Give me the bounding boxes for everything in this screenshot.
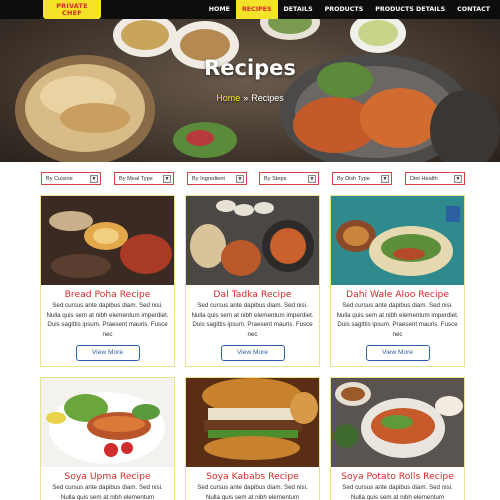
hero-banner: Recipes Home» Recipes — [0, 0, 500, 162]
recipe-card: Soya Kababs Recipe Sed cursus ante dapib… — [185, 377, 320, 500]
recipe-card: Dahi Wale Aloo Recipe Sed cursus ante da… — [330, 195, 465, 367]
nav-home[interactable]: HOME — [203, 0, 236, 19]
recipe-image[interactable] — [41, 378, 174, 467]
nav-products-details[interactable]: PRODUCTS DETAILS — [369, 0, 451, 19]
logo-line-2: CHEF — [62, 8, 82, 17]
breadcrumb-current: Recipes — [251, 93, 284, 103]
filter-label: By Cuisine — [46, 175, 73, 182]
nav-contact[interactable]: CONTACT — [451, 0, 496, 19]
chevron-down-icon: ▼ — [90, 174, 98, 183]
chevron-down-icon: ▼ — [163, 174, 171, 183]
filter-label: By Dish Type — [337, 175, 370, 182]
filter-meal-type-select[interactable]: By Meal Type ▼ — [114, 172, 174, 185]
top-navbar: PRIVATE CHEF HOME RECIPES DETAILS PRODUC… — [0, 0, 500, 19]
filter-cuisine-select[interactable]: By Cuisine ▼ — [41, 172, 101, 185]
card-description: Sed cursus ante dapibus diam. Sed nisi. … — [52, 484, 163, 500]
recipe-image[interactable] — [331, 196, 464, 285]
recipe-image[interactable] — [331, 378, 464, 467]
breadcrumb: Home» Recipes — [0, 93, 500, 103]
breadcrumb-separator: » — [243, 93, 249, 103]
card-title: Dal Tadka Recipe — [213, 289, 292, 300]
card-title: Soya Upma Recipe — [64, 471, 151, 482]
filter-dish-type-select[interactable]: By Dish Type ▼ — [332, 172, 392, 185]
card-title: Bread Poha Recipe — [64, 289, 151, 300]
card-description: Sed cursus ante dapibus diam. Sed nisi. … — [197, 484, 308, 500]
nav-details[interactable]: DETAILS — [278, 0, 319, 19]
chevron-down-icon: ▼ — [236, 174, 244, 183]
breadcrumb-home-link[interactable]: Home — [216, 93, 240, 103]
recipe-card: Soya Potato Rolls Recipe Sed cursus ante… — [330, 377, 465, 500]
chevron-down-icon: ▼ — [308, 174, 316, 183]
main-menu: HOME RECIPES DETAILS PRODUCTS PRODUCTS D… — [203, 0, 496, 19]
nav-products[interactable]: PRODUCTS — [319, 0, 370, 19]
recipe-image[interactable] — [186, 196, 319, 285]
card-title: Soya Kababs Recipe — [206, 471, 299, 482]
recipe-card: Dal Tadka Recipe Sed cursus ante dapibus… — [185, 195, 320, 367]
filter-label: Diet Health — [410, 175, 438, 182]
filter-steps-select[interactable]: By Steps ▼ — [259, 172, 319, 185]
nav-recipes[interactable]: RECIPES — [235, 0, 278, 19]
card-description: Sed cursus ante dapibus diam. Sed nisi. … — [336, 302, 459, 338]
filter-label: By Steps — [264, 175, 287, 182]
filter-ingredient-select[interactable]: By Ingredient ▼ — [187, 172, 247, 185]
filter-bar: By Cuisine ▼ By Meal Type ▼ By Ingredien… — [41, 172, 465, 185]
view-more-button[interactable]: View More — [365, 345, 430, 362]
filter-label: By Ingredient — [192, 175, 225, 182]
card-description: Sed cursus ante dapibus diam. Sed nisi. … — [46, 302, 169, 338]
recipe-card: Soya Upma Recipe Sed cursus ante dapibus… — [40, 377, 175, 500]
card-description: Sed cursus ante dapibus diam. Sed nisi. … — [342, 484, 453, 500]
card-description: Sed cursus ante dapibus diam. Sed nisi. … — [191, 302, 314, 338]
chevron-down-icon: ▼ — [381, 174, 389, 183]
card-title: Dahi Wale Aloo Recipe — [346, 289, 449, 300]
hero-food-image — [0, 0, 500, 162]
filter-label: By Meal Type — [119, 175, 153, 182]
view-more-button[interactable]: View More — [220, 345, 285, 362]
page-title: Recipes — [204, 56, 296, 80]
recipe-image[interactable] — [186, 378, 319, 467]
site-logo[interactable]: PRIVATE CHEF — [43, 0, 101, 19]
recipe-card: Bread Poha Recipe Sed cursus ante dapibu… — [40, 195, 175, 367]
chevron-down-icon: ▼ — [454, 174, 462, 183]
recipe-image[interactable] — [41, 196, 174, 285]
view-more-button[interactable]: View More — [75, 345, 140, 362]
card-title: Soya Potato Rolls Recipe — [341, 471, 454, 482]
filter-diet-health-select[interactable]: Diet Health ▼ — [405, 172, 465, 185]
